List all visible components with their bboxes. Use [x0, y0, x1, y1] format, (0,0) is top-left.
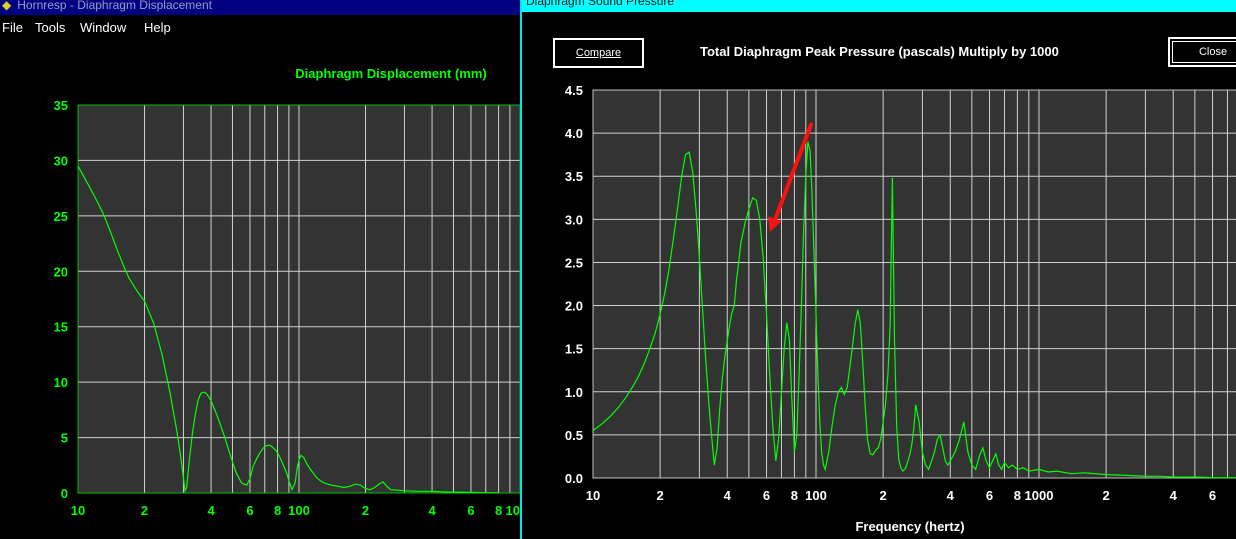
displacement-y-tick-label: 10 [54, 375, 68, 390]
pressure-x-tick-label: 100 [805, 488, 827, 503]
pressure-x-tick-label: 10 [586, 488, 600, 503]
displacement-y-tick-label: 25 [54, 209, 68, 224]
pressure-x-tick-label: 4 [947, 488, 955, 503]
pressure-y-tick-label: 4.0 [565, 126, 583, 141]
displacement-y-tick-label: 5 [61, 431, 68, 446]
pressure-y-tick-label: 4.5 [565, 83, 583, 98]
displacement-y-tick-label: 20 [54, 264, 68, 279]
pressure-y-tick-label: 1.5 [565, 342, 583, 357]
pressure-y-tick-label: 3.5 [565, 169, 583, 184]
pressure-y-tick-label: 2.0 [565, 299, 583, 314]
displacement-y-tick-label: 30 [54, 153, 68, 168]
displacement-x-tick-label: 4 [428, 503, 436, 518]
displacement-chart-title: Diaphragm Displacement (mm) [295, 66, 486, 81]
displacement-y-tick-label: 35 [54, 98, 68, 113]
pressure-x-tick-label: 4 [724, 488, 732, 503]
close-button-label: Close [1198, 46, 1228, 58]
pressure-x-tick-label: 6 [763, 488, 770, 503]
pressure-y-tick-label: 2.5 [565, 255, 583, 270]
displacement-window: ◆ Hornresp - Diaphragm Displacement File … [0, 0, 520, 539]
displacement-y-tick-label: 0 [61, 486, 68, 501]
displacement-x-tick-label: 100 [288, 503, 310, 518]
displacement-x-tick-label: 1000 [506, 503, 520, 518]
pressure-x-tick-label: 8 [1014, 488, 1021, 503]
displacement-x-tick-label: 6 [467, 503, 474, 518]
x-axis-label: Frequency (hertz) [855, 519, 964, 534]
displacement-x-tick-label: 10 [71, 503, 85, 518]
compare-button[interactable]: Compare [553, 38, 644, 68]
pressure-x-tick-label: 2 [880, 488, 887, 503]
pressure-x-tick-label: 6 [986, 488, 993, 503]
displacement-y-tick-label: 15 [54, 320, 68, 335]
displacement-x-tick-label: 8 [495, 503, 502, 518]
compare-button-label: Compare [575, 47, 622, 59]
pressure-x-tick-label: 2 [1103, 488, 1110, 503]
pressure-y-tick-label: 0.0 [565, 471, 583, 486]
pressure-chart: Frequency (hertz) 0.0 0.5 1.0 1.5 2.0 2.5 3.0 3… [565, 83, 1236, 534]
pressure-heading: Total Diaphragm Peak Pressure (pascals) … [700, 44, 1059, 59]
pressure-y-tick-label: 0.5 [565, 428, 583, 443]
displacement-x-tick-label: 4 [207, 503, 215, 518]
displacement-x-tick-label: 2 [362, 503, 369, 518]
pressure-x-tick-label: 1000 [1025, 488, 1054, 503]
displacement-x-tick-label: 8 [274, 503, 281, 518]
displacement-x-tick-label: 6 [246, 503, 253, 518]
pressure-window: Diaphragm Sound Pressure Frequency (hert… [522, 0, 1236, 539]
pressure-x-tick-label: 6 [1209, 488, 1216, 503]
pressure-x-tick-label: 4 [1170, 488, 1178, 503]
pressure-x-tick-label: 8 [791, 488, 798, 503]
displacement-chart: Diaphragm Displacement (mm) 0 5 10 15 20 25 30… [54, 66, 520, 518]
close-button[interactable]: Close [1168, 37, 1236, 67]
pressure-x-tick-label: 2 [657, 488, 664, 503]
pressure-y-tick-label: 1.0 [565, 385, 583, 400]
pressure-y-tick-label: 3.0 [565, 212, 583, 227]
displacement-x-tick-label: 2 [141, 503, 148, 518]
